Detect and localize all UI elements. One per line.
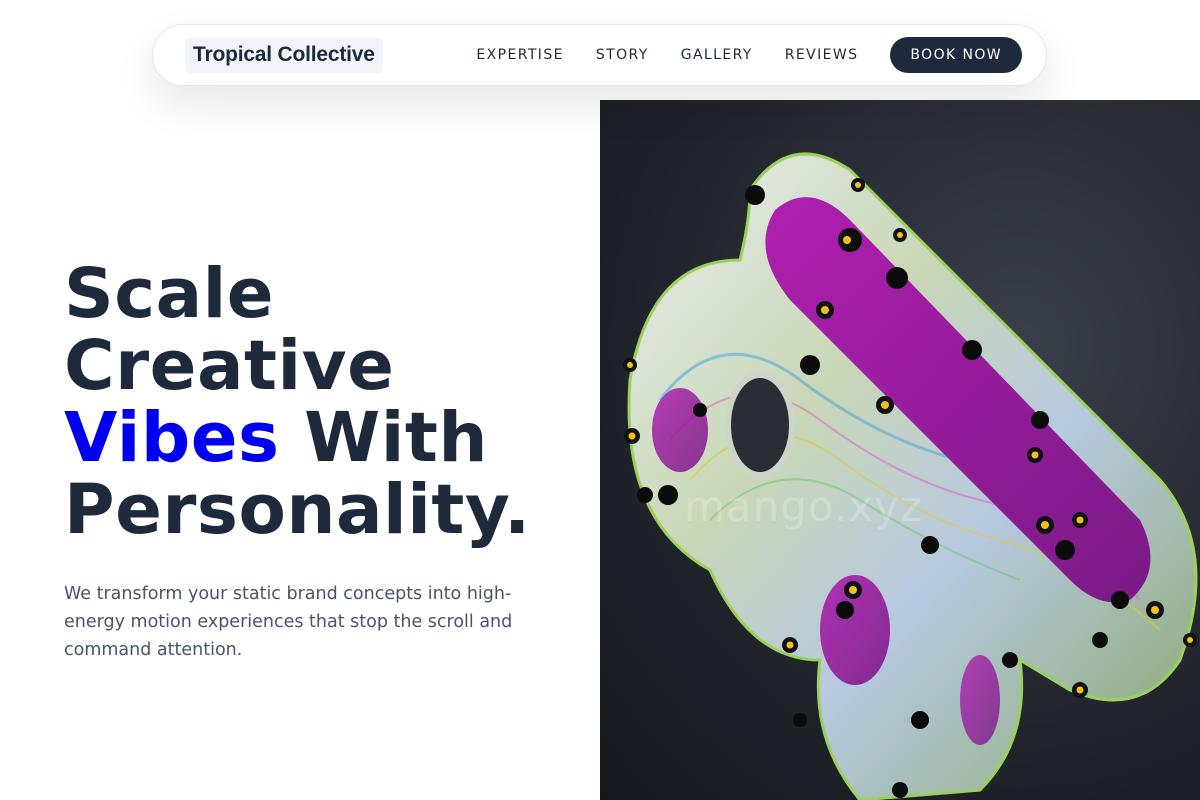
nav-link-gallery[interactable]: GALLERY — [681, 47, 753, 63]
top-navigation: Tropical Collective EXPERTISE STORY GALL… — [152, 24, 1047, 86]
hero-copy: Scale Creative Vibes With Personality. W… — [64, 258, 584, 664]
hero-3d-artwork: mango.xyz — [600, 100, 1200, 800]
nav-link-story[interactable]: STORY — [596, 47, 649, 63]
headline-line-2: Creative — [64, 326, 395, 406]
headline-line-3-rest: With — [279, 398, 488, 478]
nav-links: EXPERTISE STORY GALLERY REVIEWS BOOK NOW — [476, 37, 1022, 73]
headline-accent-word: Vibes — [64, 398, 280, 478]
nav-link-reviews[interactable]: REVIEWS — [785, 47, 859, 63]
nav-link-expertise[interactable]: EXPERTISE — [476, 47, 563, 63]
brand-logo[interactable]: Tropical Collective — [185, 37, 383, 73]
book-now-button[interactable]: BOOK NOW — [890, 37, 1022, 73]
hero-headline: Scale Creative Vibes With Personality. — [64, 258, 584, 546]
headline-line-4: Personality. — [64, 470, 531, 550]
hero-subtext: We transform your static brand concepts … — [64, 584, 513, 660]
abstract-sculpture-illustration — [623, 152, 1198, 800]
headline-line-1: Scale — [64, 254, 275, 334]
